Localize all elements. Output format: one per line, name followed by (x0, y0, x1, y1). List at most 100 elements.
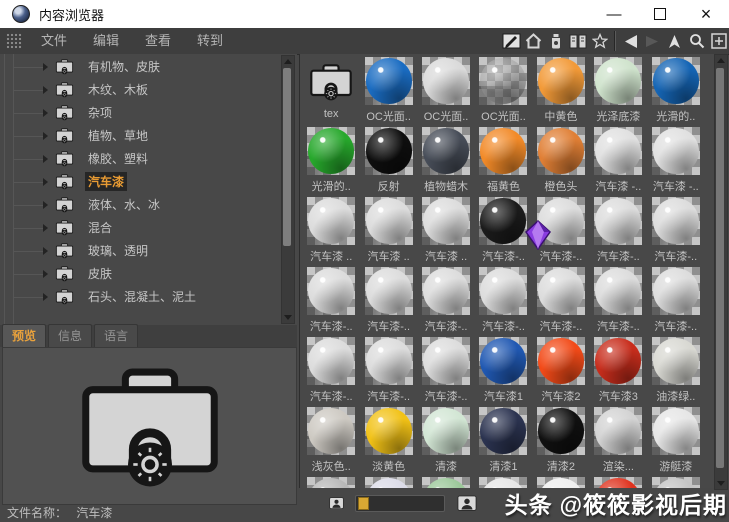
material-thumbnail[interactable] (422, 477, 471, 488)
tree-item-5[interactable]: 汽车漆 (0, 170, 281, 193)
expand-arrow-icon[interactable] (43, 269, 48, 278)
preset-icon[interactable] (545, 30, 566, 52)
add-icon[interactable] (708, 30, 729, 52)
material-item-10[interactable]: 福黄色 (476, 127, 530, 197)
material-item-9[interactable]: 植物蜡木 (419, 127, 473, 197)
material-thumbnail[interactable] (307, 477, 356, 488)
expand-arrow-icon[interactable] (43, 223, 48, 232)
material-thumbnail[interactable] (422, 57, 471, 105)
material-thumbnail[interactable] (307, 127, 356, 175)
material-item-12[interactable]: 汽车漆 -.. (591, 127, 645, 197)
expand-arrow-icon[interactable] (43, 154, 48, 163)
drag-grip-icon[interactable] (6, 33, 22, 49)
edit-icon[interactable] (501, 30, 522, 52)
material-item-29[interactable]: 汽车漆-.. (361, 337, 415, 407)
material-item-32[interactable]: 汽车漆2 (534, 337, 588, 407)
material-item-27[interactable]: 汽车漆-.. (649, 267, 703, 337)
expand-arrow-icon[interactable] (43, 246, 48, 255)
material-thumbnail[interactable] (422, 197, 471, 245)
scroll-down-icon[interactable] (284, 315, 292, 320)
material-item-18[interactable]: 汽车漆-.. (524, 197, 588, 267)
material-item-14[interactable]: 汽车漆 .. (304, 197, 358, 267)
material-item-26[interactable]: 汽车漆-.. (591, 267, 645, 337)
material-item-22[interactable]: 汽车漆-.. (361, 267, 415, 337)
tree-item-8[interactable]: 玻璃、透明 (0, 239, 281, 262)
material-item-37[interactable]: 清漆 (419, 407, 473, 477)
tab-2[interactable]: 语言 (94, 324, 139, 347)
material-item-4[interactable]: 中黄色 (534, 57, 588, 127)
material-item-3[interactable]: OC光面.. (476, 57, 530, 127)
material-thumbnail[interactable] (422, 407, 471, 455)
material-thumbnail[interactable] (364, 407, 413, 455)
tree-scrollbar-thumb[interactable] (283, 68, 291, 246)
material-item-5[interactable]: 光泽底漆 (591, 57, 645, 127)
material-thumbnail[interactable] (479, 57, 528, 105)
material-item-21[interactable]: 汽车漆-.. (304, 267, 358, 337)
material-thumbnail[interactable] (307, 197, 356, 245)
material-thumbnail[interactable] (479, 267, 528, 315)
material-item-1[interactable]: OC光面.. (361, 57, 415, 127)
tab-0[interactable]: 预览 (2, 324, 47, 347)
material-thumbnail[interactable] (536, 407, 585, 455)
material-thumbnail[interactable] (651, 57, 700, 105)
thumbnail-size-slider[interactable] (355, 494, 445, 512)
material-thumbnail[interactable] (479, 127, 528, 175)
material-thumbnail[interactable] (651, 407, 700, 455)
material-thumbnail[interactable] (479, 337, 528, 385)
forward-icon[interactable] (642, 30, 663, 52)
material-item-31[interactable]: 汽车漆1 (476, 337, 530, 407)
material-thumbnail[interactable] (594, 267, 643, 315)
tree-item-3[interactable]: 植物、草地 (0, 124, 281, 147)
material-thumbnail[interactable] (594, 197, 643, 245)
menu-item-2[interactable]: 查看 (132, 28, 184, 54)
expand-arrow-icon[interactable] (43, 62, 48, 71)
material-item-8[interactable]: 反射 (361, 127, 415, 197)
material-item-11[interactable]: 橙色头 (534, 127, 588, 197)
material-item-30[interactable]: 汽车漆-.. (419, 337, 473, 407)
material-thumbnail[interactable] (422, 127, 471, 175)
material-item-19[interactable]: 汽车漆-.. (591, 197, 645, 267)
material-item-43[interactable] (361, 477, 415, 488)
material-item-23[interactable]: 汽车漆-.. (419, 267, 473, 337)
menu-item-1[interactable]: 编辑 (80, 28, 132, 54)
slider-handle[interactable] (358, 496, 369, 510)
tree-item-4[interactable]: 橡胶、塑料 (0, 147, 281, 170)
material-item-35[interactable]: 浅灰色.. (304, 407, 358, 477)
back-icon[interactable] (620, 30, 641, 52)
material-thumbnail[interactable] (536, 127, 585, 175)
close-button[interactable]: × (683, 0, 729, 28)
tree-item-6[interactable]: 液体、水、冰 (0, 193, 281, 216)
material-item-6[interactable]: 光滑的.. (649, 57, 703, 127)
material-thumbnail[interactable] (594, 407, 643, 455)
material-thumbnail[interactable] (364, 337, 413, 385)
material-item-28[interactable]: 汽车漆-.. (304, 337, 358, 407)
tab-1[interactable]: 信息 (48, 324, 93, 347)
grid-scrollbar[interactable] (714, 54, 728, 490)
material-item-24[interactable]: 汽车漆-.. (476, 267, 530, 337)
up-icon[interactable] (664, 30, 685, 52)
material-item-42[interactable] (304, 477, 358, 488)
catalog-icon[interactable] (567, 30, 588, 52)
material-thumbnail[interactable] (307, 267, 356, 315)
tree-item-2[interactable]: 杂项 (0, 101, 281, 124)
material-item-25[interactable]: 汽车漆-.. (534, 267, 588, 337)
tree-item-0[interactable]: 有机物、皮肤 (0, 55, 281, 78)
tree-item-1[interactable]: 木纹、木板 (0, 78, 281, 101)
material-thumbnail[interactable] (307, 407, 356, 455)
menu-item-0[interactable]: 文件 (28, 28, 80, 54)
material-item-39[interactable]: 清漆2 (534, 407, 588, 477)
material-thumbnail[interactable] (422, 337, 471, 385)
material-thumbnail[interactable] (651, 197, 700, 245)
expand-arrow-icon[interactable] (43, 200, 48, 209)
material-thumbnail[interactable] (364, 57, 413, 105)
material-thumbnail[interactable] (651, 127, 700, 175)
material-thumbnail[interactable] (594, 127, 643, 175)
material-item-13[interactable]: 汽车漆 -.. (649, 127, 703, 197)
expand-arrow-icon[interactable] (43, 177, 48, 186)
minimize-button[interactable]: — (591, 0, 637, 28)
material-item-34[interactable]: 油漆绿.. (649, 337, 703, 407)
expand-arrow-icon[interactable] (43, 131, 48, 140)
folder-thumbnail[interactable] (307, 57, 355, 105)
expand-arrow-icon[interactable] (43, 85, 48, 94)
material-item-7[interactable]: 光滑的.. (304, 127, 358, 197)
